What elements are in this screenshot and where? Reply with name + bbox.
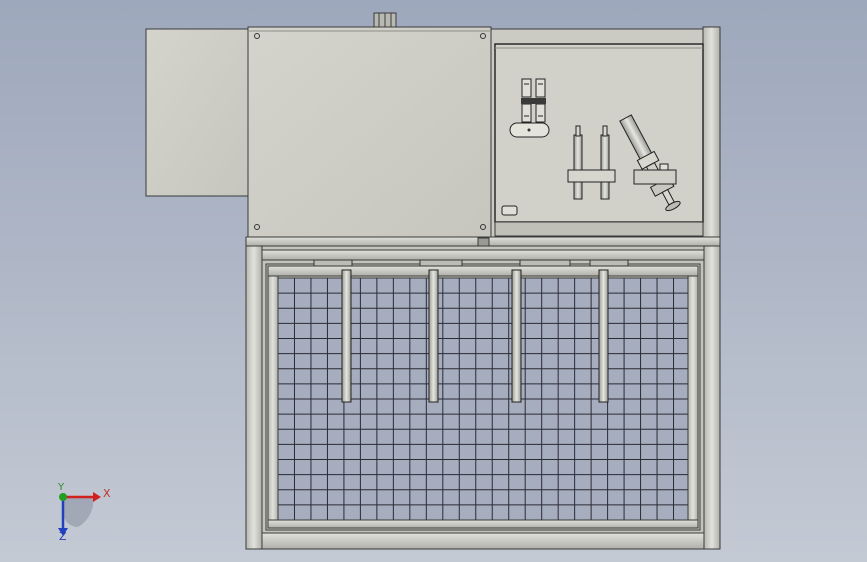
frame-post-left — [245, 245, 263, 550]
small-switch — [501, 205, 518, 216]
cad-viewport[interactable]: X Y Z — [0, 0, 867, 562]
tube-3 — [511, 269, 522, 403]
x-axis-label: X — [103, 487, 111, 500]
side-door-panel[interactable] — [145, 28, 250, 197]
z-axis-label: Z — [59, 530, 67, 543]
cad-model-drawing[interactable] — [0, 0, 867, 562]
y-axis-label: Y — [58, 482, 65, 493]
frame-post-right-lower — [703, 245, 721, 550]
middle-beam — [245, 236, 721, 247]
tube-2 — [428, 269, 439, 403]
mesh-guard-panel[interactable] — [265, 263, 701, 531]
upper-door-panel[interactable] — [247, 26, 492, 241]
tube-4 — [598, 269, 609, 403]
tube-1 — [341, 269, 352, 403]
frame-bottom-rail — [261, 532, 705, 550]
frame-post-right — [702, 26, 721, 245]
y-axis-point — [59, 493, 67, 501]
right-compartment — [490, 26, 721, 245]
